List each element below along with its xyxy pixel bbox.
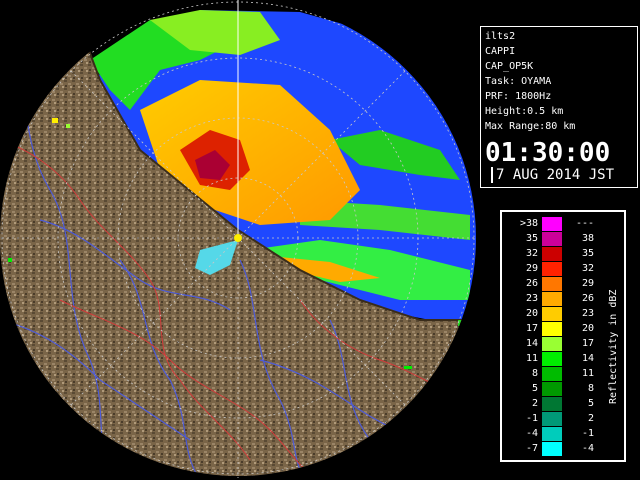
legend-lower-value: 17	[525, 323, 538, 334]
legend-color-swatch	[542, 217, 562, 231]
legend-upper-value: 14	[581, 353, 594, 364]
legend-upper-value: 26	[581, 293, 594, 304]
observation-date: 7 AUG 2014 JST	[491, 167, 614, 183]
legend-row: 26 29	[502, 276, 602, 292]
radar-site-marker	[234, 234, 242, 242]
legend-lower-value: 5	[531, 383, 538, 394]
legend-row: 25	[502, 396, 602, 412]
observation-time: 01:30:00	[485, 138, 611, 168]
legend-title-text: Reflectivity in dBZ	[608, 290, 619, 404]
legend-color-swatch	[542, 277, 562, 291]
legend-lower-value: 26	[525, 278, 538, 289]
legend-row: >38 ---	[502, 216, 602, 232]
legend-upper-value: 11	[581, 368, 594, 379]
legend-upper-value: -1	[581, 428, 594, 439]
legend-upper-value: -4	[581, 443, 594, 454]
legend-upper-value: 38	[581, 233, 594, 244]
legend-lower-value: -1	[525, 413, 538, 424]
radar-info-panel: ilts2 CAPPI CAP_OP5K Task: OYAMA PRF: 18…	[480, 26, 638, 188]
legend-upper-value: 2	[587, 413, 594, 424]
legend-color-swatch	[542, 247, 562, 261]
legend-lower-value: 35	[525, 233, 538, 244]
legend-lower-value: -4	[525, 428, 538, 439]
legend-color-swatch	[542, 307, 562, 321]
legend-color-swatch	[542, 352, 562, 366]
legend-row: -4 -1	[502, 426, 602, 442]
legend-row: 20 23	[502, 306, 602, 322]
legend-row: 17 20	[502, 321, 602, 337]
legend-color-swatch	[542, 322, 562, 336]
legend-lower-value: 2	[531, 398, 538, 409]
legend-color-swatch	[542, 397, 562, 411]
legend-upper-value: 20	[581, 323, 594, 334]
legend-row: 11 14	[502, 351, 602, 367]
legend-lower-value: >38	[519, 218, 538, 229]
product-type: CAPPI	[485, 46, 516, 57]
legend-lower-value: 32	[525, 248, 538, 259]
legend-color-swatch	[542, 232, 562, 246]
legend-color-swatch	[542, 367, 562, 381]
max-range-label: Max Range:80 km	[485, 121, 576, 132]
legend-upper-value: 5	[587, 398, 594, 409]
legend-upper-value: 35	[581, 248, 594, 259]
station-id: ilts2	[485, 31, 516, 42]
reflectivity-legend: >38 --- 35 38 32 35 29 32 26 29 23 26 20 23 17 20 14 17 11…	[500, 210, 626, 462]
legend-color-swatch	[542, 262, 562, 276]
legend-color-swatch	[542, 382, 562, 396]
legend-row: 58	[502, 381, 602, 397]
legend-lower-value: 29	[525, 263, 538, 274]
legend-row: 14 17	[502, 336, 602, 352]
legend-upper-value: 8	[587, 383, 594, 394]
legend-row: 23 26	[502, 291, 602, 307]
legend-row: -7 -4	[502, 441, 602, 457]
legend-upper-value: 17	[581, 338, 594, 349]
legend-lower-value: 11	[525, 353, 538, 364]
legend-row: 8 11	[502, 366, 602, 382]
legend-lower-value: 8	[531, 368, 538, 379]
legend-color-swatch	[542, 427, 562, 441]
legend-color-swatch	[542, 292, 562, 306]
prf-label: PRF: 1800Hz	[485, 91, 552, 102]
radar-map	[0, 0, 476, 478]
legend-upper-value: 32	[581, 263, 594, 274]
legend-row: 32 35	[502, 246, 602, 262]
legend-lower-value: 23	[525, 293, 538, 304]
legend-color-swatch	[542, 337, 562, 351]
legend-row: 35 38	[502, 231, 602, 247]
legend-upper-value: 29	[581, 278, 594, 289]
legend-row: -1 2	[502, 411, 602, 427]
legend-title: Reflectivity in dBZ	[608, 290, 619, 404]
product-name: CAP_OP5K	[485, 61, 534, 72]
legend-color-swatch	[542, 412, 562, 426]
task-label: Task: OYAMA	[485, 76, 552, 87]
legend-lower-value: 20	[525, 308, 538, 319]
legend-upper-value: 23	[581, 308, 594, 319]
legend-upper-value: ---	[575, 218, 594, 229]
legend-lower-value: -7	[525, 443, 538, 454]
height-label: Height:0.5 km	[485, 106, 564, 117]
legend-lower-value: 14	[525, 338, 538, 349]
legend-row: 29 32	[502, 261, 602, 277]
legend-color-swatch	[542, 442, 562, 456]
